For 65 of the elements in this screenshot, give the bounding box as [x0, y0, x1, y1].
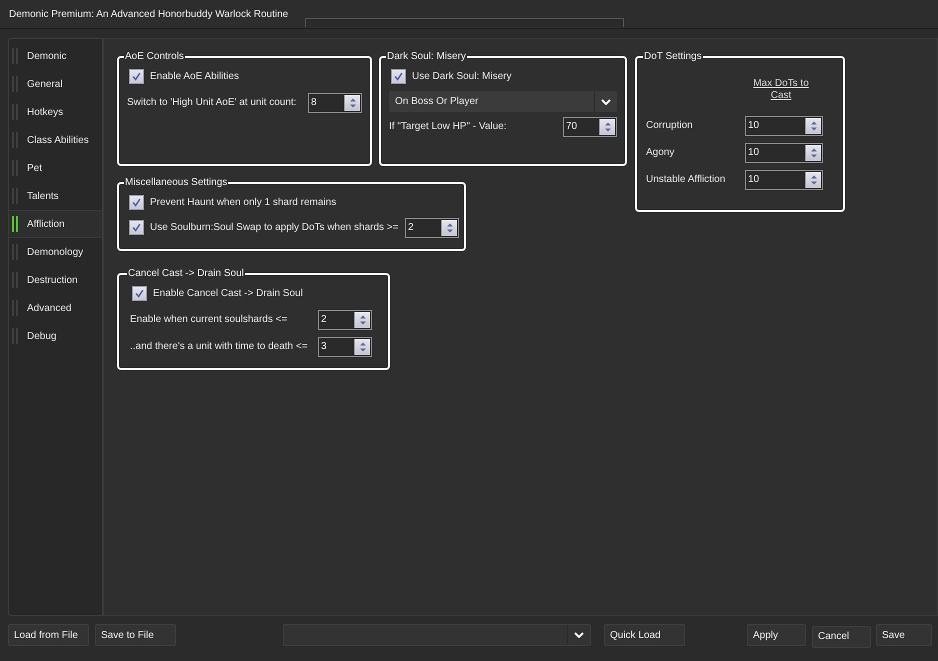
field-label: Switch to 'High Unit AoE' at unit count:: [127, 97, 296, 108]
checkbox-label: Enable AoE Abilities: [150, 71, 239, 82]
footer-button[interactable]: Save to File: [95, 624, 176, 646]
field-label: If "Target Low HP" - Value:: [389, 121, 507, 132]
check-icon: [134, 288, 145, 299]
number-spinner[interactable]: 10: [745, 170, 823, 190]
sidebar-item[interactable]: Hotkeys: [9, 98, 102, 126]
checkbox[interactable]: [129, 195, 144, 210]
field-label: Agony: [646, 147, 674, 158]
up-down-arrows-icon[interactable]: [444, 220, 454, 234]
checkbox-label: Prevent Haunt when only 1 shard remains: [150, 197, 336, 208]
up-down-arrows-icon[interactable]: [602, 120, 612, 134]
group-title: Miscellaneous Settings: [124, 177, 228, 188]
field-label: Unstable Affliction: [646, 174, 726, 185]
sidebar-item[interactable]: Class Abilities: [9, 126, 102, 154]
sidebar-item[interactable]: Talents: [9, 182, 102, 210]
up-down-arrows-icon[interactable]: [808, 172, 818, 186]
sidebar-item[interactable]: Affliction: [9, 210, 102, 238]
sidebar-item[interactable]: Destruction: [9, 266, 102, 294]
sidebar-item[interactable]: Pet: [9, 154, 102, 182]
sidebar-item[interactable]: Demonic: [9, 42, 102, 70]
footer-button[interactable]: Load from File: [8, 624, 89, 646]
field-label: Corruption: [646, 120, 693, 131]
chevron-down-icon: [574, 632, 584, 638]
group-title: AoE Controls: [124, 51, 185, 62]
up-down-arrows-icon[interactable]: [358, 340, 368, 354]
sidebar-item[interactable]: Advanced: [9, 294, 102, 322]
number-spinner[interactable]: 70: [563, 116, 617, 136]
group-title: Dark Soul: Misery: [386, 51, 467, 62]
sidebar-item[interactable]: Demonology: [9, 238, 102, 266]
sidebar-item[interactable]: Debug: [9, 322, 102, 350]
footer-button[interactable]: Quick Load: [604, 624, 685, 646]
checkbox[interactable]: [129, 69, 144, 84]
group-title: Cancel Cast -> Drain Soul: [127, 268, 245, 279]
check-icon: [131, 222, 142, 233]
up-down-arrows-icon[interactable]: [348, 96, 358, 110]
up-down-arrows-icon[interactable]: [358, 312, 368, 326]
footer-button[interactable]: Cancel: [812, 626, 871, 648]
checkbox-label: Enable Cancel Cast -> Drain Soul: [153, 288, 303, 299]
footer-button[interactable]: Save: [876, 624, 932, 646]
number-spinner[interactable]: 10: [745, 116, 823, 136]
check-icon: [131, 197, 142, 208]
check-icon: [131, 71, 142, 82]
up-down-arrows-icon[interactable]: [808, 146, 818, 160]
group-title: DoT Settings: [643, 51, 703, 62]
chevron-down-icon: [601, 98, 611, 104]
checkbox-label: Use Dark Soul: Misery: [412, 71, 512, 82]
dropdown[interactable]: On Boss Or Player: [389, 91, 617, 112]
field-label: Enable when current soulshards <=: [130, 314, 288, 325]
sidebar-item[interactable]: General: [9, 70, 102, 98]
column-header: Max DoTs to Cast: [752, 78, 810, 102]
number-spinner[interactable]: 2: [405, 218, 459, 238]
number-spinner[interactable]: 8: [308, 92, 362, 112]
checkbox[interactable]: [129, 220, 144, 235]
window-title: Demonic Premium: An Advanced Honorbuddy Warlock Routine: [8, 9, 288, 22]
number-spinner[interactable]: 10: [745, 142, 823, 162]
footer-button[interactable]: Apply: [747, 624, 806, 646]
checkbox[interactable]: [132, 286, 147, 301]
number-spinner[interactable]: 2: [318, 310, 372, 330]
number-spinner[interactable]: 3: [318, 336, 372, 356]
checkbox-label: Use Soulburn:Soul Swap to apply DoTs when shards >=: [150, 222, 398, 233]
check-icon: [393, 71, 404, 82]
up-down-arrows-icon[interactable]: [808, 118, 818, 132]
checkbox[interactable]: [391, 69, 406, 84]
field-label: ..and there's a unit with time to death <=: [130, 341, 308, 352]
